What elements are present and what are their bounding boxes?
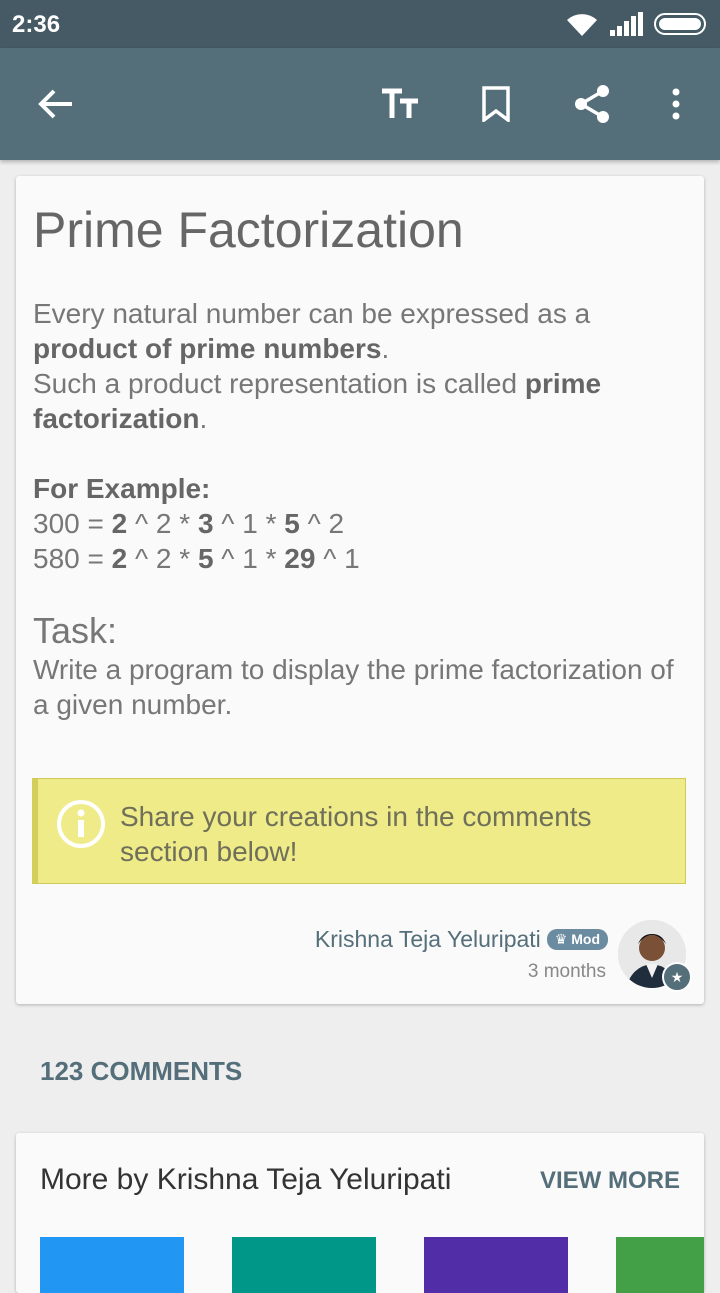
code-tile[interactable] (424, 1237, 568, 1293)
intro-text: Every natural number can be expressed as… (33, 298, 591, 329)
author-name[interactable]: Krishna Teja Yeluripati (315, 926, 541, 953)
comments-count[interactable]: 123 COMMENTS (40, 1056, 242, 1087)
star-icon: ★ (662, 962, 692, 992)
article-title: Prime Factorization (33, 202, 464, 258)
example-block: For Example: 300 = 2 ^ 2 * 3 ^ 1 * 5 ^ 2… (33, 471, 693, 576)
task-heading: Task: (33, 610, 118, 651)
line2-end: . (199, 403, 208, 434)
intro-paragraph: Every natural number can be expressed as… (33, 296, 693, 436)
more-vert-icon (672, 88, 680, 120)
signal-icon (610, 12, 644, 41)
example-line-2: 580 = 2 ^ 2 * 5 ^ 1 * 29 ^ 1 (33, 543, 360, 574)
info-callout: Share your creations in the comments sec… (32, 778, 686, 884)
article-card: Prime Factorization Every natural number… (16, 176, 704, 1004)
app-bar (0, 48, 720, 160)
text-size-button[interactable] (372, 76, 428, 132)
more-by-title: More by Krishna Teja Yeluripati (40, 1163, 452, 1196)
arrow-back-icon (38, 89, 72, 119)
share-icon (575, 85, 609, 123)
intro-end: . (381, 333, 390, 364)
view-more-button[interactable]: VIEW MORE (540, 1167, 680, 1195)
article-body: Every natural number can be expressed as… (33, 296, 693, 722)
text-size-icon (382, 88, 418, 118)
wifi-icon (564, 10, 600, 43)
back-button[interactable] (28, 76, 84, 132)
crown-icon: ♛ (554, 931, 572, 947)
share-button[interactable] (564, 76, 620, 132)
status-bar: 2:36 (0, 0, 720, 48)
code-tile[interactable] (616, 1237, 704, 1293)
post-time: 3 months (527, 961, 606, 982)
task-text: Write a program to display the prime fac… (33, 654, 674, 720)
author-block[interactable]: Krishna Teja Yeluripati ♛ Mod 3 months (315, 926, 608, 983)
info-message: Share your creations in the comments sec… (120, 801, 592, 867)
code-tile[interactable] (40, 1237, 184, 1293)
line2-text: Such a product representation is called (33, 368, 525, 399)
example-line-1: 300 = 2 ^ 2 * 3 ^ 1 * 5 ^ 2 (33, 508, 345, 539)
more-by-author-card: More by Krishna Teja Yeluripati VIEW MOR… (16, 1133, 704, 1293)
more-options-button[interactable] (648, 76, 704, 132)
status-time: 2:36 (12, 11, 61, 38)
example-label: For Example: (33, 473, 211, 504)
battery-icon (654, 13, 708, 40)
bookmark-button[interactable] (468, 76, 524, 132)
code-tile[interactable] (232, 1237, 376, 1293)
mod-badge: ♛ Mod (546, 929, 608, 950)
bookmark-icon (482, 86, 510, 122)
info-icon (56, 799, 106, 854)
intro-bold: product of prime numbers (33, 333, 382, 364)
